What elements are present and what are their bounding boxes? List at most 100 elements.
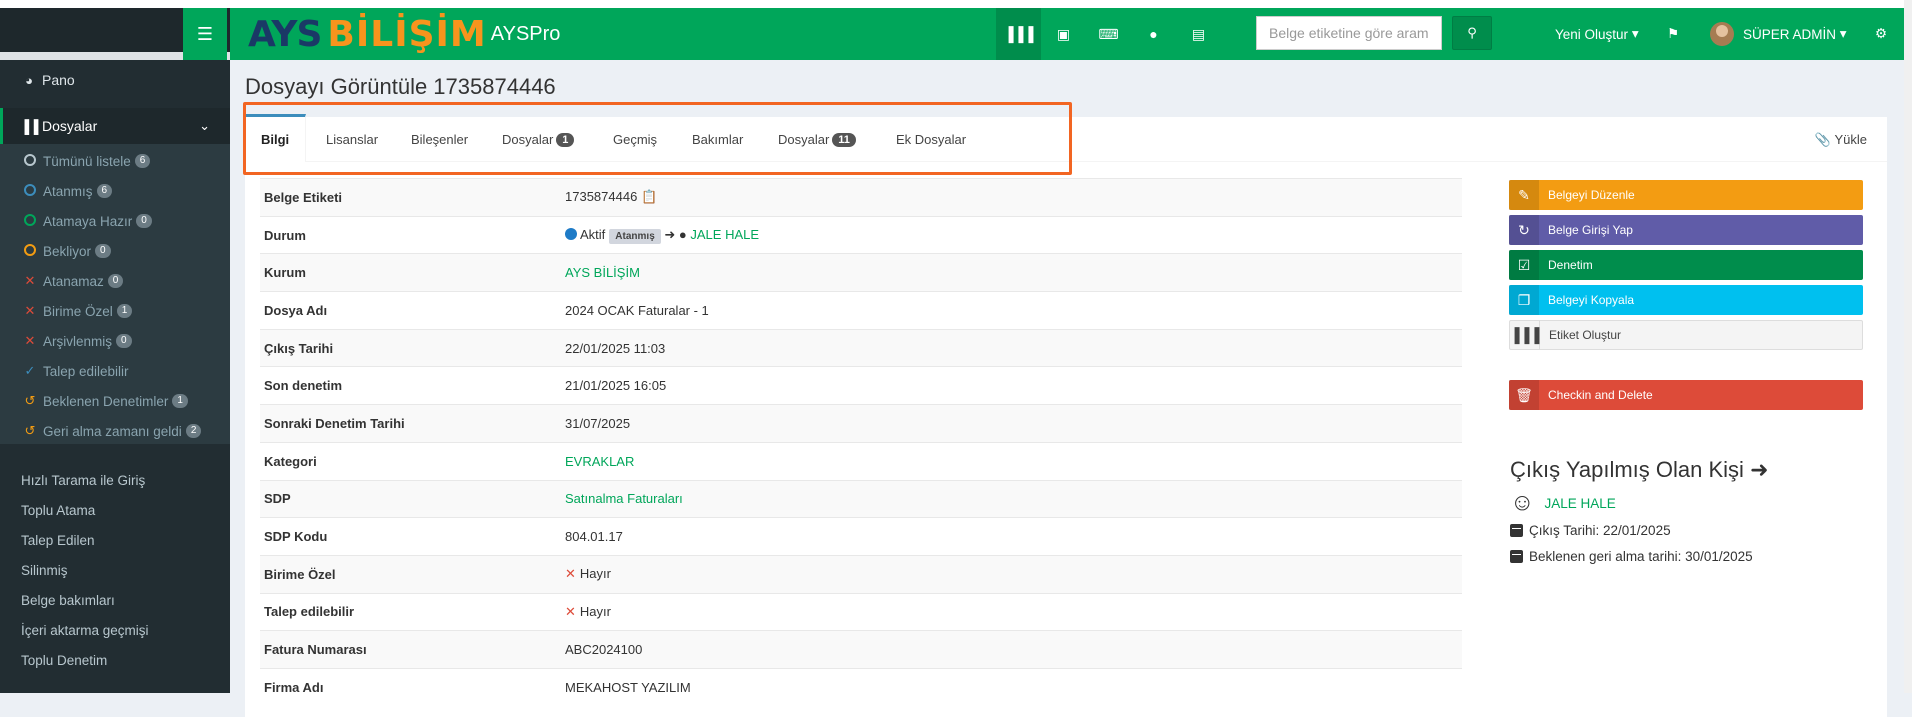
kategori-link[interactable]: EVRAKLAR [565,454,634,469]
user-menu[interactable]: SÜPER ADMİN ▾ [1710,8,1847,60]
table-row: Belge Etiketi 1735874446 📋 [260,178,1462,217]
tab-lisanslar[interactable]: Lisanslar [326,117,378,162]
user-link[interactable]: JALE HALE [690,227,759,242]
chevron-down-icon: ⌄ [199,118,210,133]
menu-toggle-icon[interactable]: ☰ [183,8,227,60]
kurum-link[interactable]: AYS BİLİŞİM [565,265,640,280]
brand-logo[interactable]: AYS BİLİŞİM AYSPro [248,10,560,58]
new-create-dropdown[interactable]: Yeni Oluştur ▾ [1555,8,1639,60]
clipboard-icon[interactable]: 📋 [641,189,657,204]
submenu-beklenen-denetimler[interactable]: ↺ Beklenen Denetimler 1 [0,386,230,416]
sidebar-item-silinmis[interactable]: Silinmiş [0,555,230,585]
submenu-geri-alma[interactable]: ↺ Geri alma zamanı geldi 2 [0,416,230,446]
tab-bilgi[interactable]: Bilgi [245,114,307,162]
tab-ek-dosyalar[interactable]: Ek Dosyalar [896,117,966,162]
submenu-atanmis[interactable]: Atanmış 6 [0,176,230,206]
tab-gecmis[interactable]: Geçmiş [613,117,657,162]
sidebar-item-toplu-denetim[interactable]: Toplu Denetim [0,645,230,675]
tint-icon[interactable]: ● [1131,8,1176,60]
table-row: Son denetim 21/01/2025 16:05 [260,366,1462,405]
table-row: Talep edilebilir ✕ Hayır [260,592,1462,631]
sidebar-item-belge-bakimlari[interactable]: Belge bakımları [0,585,230,615]
history-icon: ↺ [24,393,36,408]
caret-down-icon: ▾ [1839,26,1847,41]
calendar-icon [1510,550,1523,563]
count-badge: 2 [185,424,202,438]
checkin-delete-button[interactable]: 🗑 Checkin and Delete [1509,380,1863,410]
settings-gear-icon[interactable]: ⚙ [1875,8,1887,60]
hdd-icon[interactable]: ▤ [1176,8,1221,60]
edit-document-button[interactable]: ✎ Belgeyi Düzenle [1509,180,1863,210]
table-row: Kategori EVRAKLAR [260,441,1462,480]
count-badge: 11 [832,132,856,147]
sidebar-item-iceri-aktarma[interactable]: İçeri aktarma geçmişi [0,615,230,645]
table-row: SDP Satınalma Faturaları [260,479,1462,518]
pencil-icon: ✎ [1509,180,1539,210]
checkout-title: Çıkış Yapılmış Olan Kişi ➜ [1510,457,1769,482]
times-icon: ✕ [24,333,36,348]
audit-button[interactable]: ☑ Denetim [1509,250,1863,280]
sdp-link[interactable]: Satınalma Faturaları [565,491,683,506]
count-badge: 6 [134,154,151,168]
copy-document-button[interactable]: ❐ Belgeyi Kopyala [1509,285,1863,315]
submenu-arsivlenmis[interactable]: ✕ Arşivlenmiş 0 [0,326,230,356]
flag-icon[interactable]: ⚑ [1667,8,1679,60]
tab-bakimlar[interactable]: Bakımlar [692,117,743,162]
table-row: Birime Özel ✕ Hayır [260,554,1462,594]
checkout-date: Çıkış Tarihi: 22/01/2025 [1510,523,1671,538]
sidebar: ☰ ◕ Pano ▐▐ Dosyalar ⌄ Tümünü listele 6 A… [0,0,230,693]
table-row: Kurum AYS BİLİŞİM [260,253,1462,292]
times-icon: ✕ [24,273,36,288]
sidebar-item-dosyalar[interactable]: ▐▐ Dosyalar ⌄ [0,108,230,144]
sidebar-item-talep-edilen[interactable]: Talep Edilen [0,525,230,555]
scrollbar[interactable] [1904,0,1912,693]
library-icon: ▐▐ [20,118,39,134]
barcode-icon[interactable]: ▐▐▐ [996,8,1041,60]
create-label-button[interactable]: ▐▐▐ Etiket Oluştur [1509,320,1863,350]
sidebar-item-label: Dosyalar [42,118,98,134]
times-icon: ✕ [565,566,576,582]
checkout-expected: Beklenen geri alma tarihi: 30/01/2025 [1510,549,1753,564]
times-icon: ✕ [24,303,36,318]
submenu-bekliyor[interactable]: Bekliyor 0 [0,236,230,266]
checkin-button[interactable]: ↻ Belge Girişi Yap [1509,215,1863,245]
status-dot-icon [565,227,577,240]
save-icon[interactable]: ▣ [1041,8,1086,60]
top-navbar: AYS BİLİŞİM AYSPro ▐▐▐ ▣ ⌨ ● ▤ Belge eti… [230,8,1904,60]
submenu-talep-edilebilir[interactable]: ✓ Talep edilebilir [0,356,230,386]
table-row: Sonraki Denetim Tarihi 31/07/2025 [260,404,1462,443]
sidebar-item-pano[interactable]: ◕ Pano [0,65,230,95]
upload-link[interactable]: 📎 Yükle [1815,117,1867,162]
submenu-atamaya-hazir[interactable]: Atamaya Hazır 0 [0,206,230,236]
clipboard-check-icon: ☑ [1509,250,1539,280]
count-badge: 1 [116,304,133,318]
submenu-atanamaz[interactable]: ✕ Atanamaz 0 [0,266,230,296]
count-badge: 0 [107,274,124,288]
arrow-right-icon: ➜ [1750,457,1769,482]
tab-dosyalar-11[interactable]: Dosyalar 11 [778,117,856,162]
smile-icon: ☺ [1510,489,1535,516]
caret-down-icon: ▾ [1631,26,1639,41]
sidebar-item-toplu-atama[interactable]: Toplu Atama [0,495,230,525]
search-input[interactable]: Belge etiketine göre aram [1256,16,1442,50]
info-table: Belge Etiketi 1735874446 📋 Durum Aktif Atan… [260,178,1462,707]
history-icon: ↺ [24,423,36,438]
tab-dosyalar-1[interactable]: Dosyalar 1 [502,117,575,162]
table-row: Durum Aktif Atanmış ➜ ● JALE HALE [260,215,1462,254]
table-row: Dosya Adı 2024 OCAK Faturalar - 1 [260,291,1462,330]
checkout-user: ☺ JALE HALE [1510,489,1616,516]
keyboard-icon[interactable]: ⌨ [1086,8,1131,60]
barcode-icon: ▐▐▐ [1510,320,1540,350]
count-badge: 0 [136,214,152,228]
count-badge: 6 [96,184,113,198]
table-row: Fatura Numarası ABC2024100 [260,630,1462,669]
tab-bilesenler[interactable]: Bileşenler [411,117,468,162]
submenu-tumunu-listele[interactable]: Tümünü listele 6 [0,146,230,176]
search-button[interactable]: ⚲ [1452,16,1492,50]
sidebar-item-hizli-tarama[interactable]: Hızlı Tarama ile Giriş [0,465,230,495]
circle-icon [24,153,36,166]
checkout-user-link[interactable]: JALE HALE [1545,496,1616,511]
paperclip-icon: 📎 [1814,131,1831,147]
submenu-birime-ozel[interactable]: ✕ Birime Özel 1 [0,296,230,326]
clone-icon: ❐ [1509,285,1539,315]
